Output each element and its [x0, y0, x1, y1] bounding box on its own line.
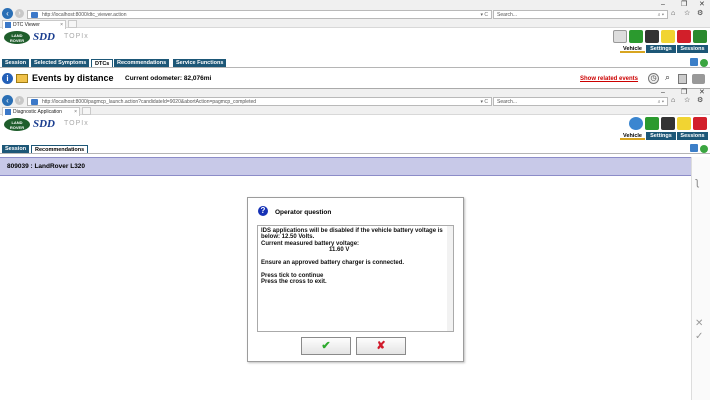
minimize-button-2[interactable]: – [661, 89, 665, 97]
search-box-2[interactable]: Search... ⌕ ▾ [493, 97, 668, 106]
calculator-icon[interactable] [645, 30, 659, 43]
question-icon: ? [258, 206, 268, 216]
page-icon [31, 12, 38, 18]
clock-icon[interactable]: ◷ [648, 73, 659, 84]
address-text-2: http://localhost:8000/pagmcp_launch.acti… [42, 99, 257, 105]
cancel-cross-button[interactable]: ✘ [356, 337, 406, 355]
feed-icon[interactable] [677, 30, 691, 43]
tab-page-icon [5, 22, 11, 28]
address-controls[interactable]: ▾ C [480, 11, 488, 18]
forward-button[interactable]: › [15, 9, 24, 18]
vehicle-bar: 809039 : LandRover L320 [0, 157, 691, 176]
feed-icon-2[interactable] [693, 117, 707, 130]
toolbox-icon[interactable] [613, 30, 627, 43]
topix-label: TOPIx [64, 33, 89, 40]
browser-tab-dtc-viewer[interactable]: DTC Viewer × [2, 20, 66, 29]
home-icon[interactable]: ⌂ [671, 10, 675, 18]
calculator-icon-2[interactable] [661, 117, 675, 130]
menu-dtcs[interactable]: DTCs [91, 59, 114, 67]
tab-close[interactable]: × [60, 21, 63, 29]
side-tick-icon[interactable]: ✓ [695, 331, 703, 342]
operator-question-dialog: ? Operator question IDS applications wil… [247, 197, 464, 362]
list-icon[interactable] [678, 74, 687, 84]
vehicle-config-icon[interactable] [629, 117, 643, 130]
status-icon [700, 59, 708, 67]
tab-sessions[interactable]: Sessions [677, 45, 708, 53]
car-icon[interactable] [692, 74, 705, 84]
new-tab-button[interactable] [68, 20, 77, 28]
new-tab-button-2[interactable] [82, 107, 91, 115]
search-icon[interactable]: ⌕ [662, 73, 673, 84]
status-icon-2 [700, 145, 708, 153]
favorites-icon-2[interactable]: ☆ [684, 97, 690, 105]
dialog-title: Operator question [275, 209, 332, 216]
help-hook-icon[interactable]: ʅ [696, 176, 698, 188]
tab-vehicle[interactable]: Vehicle [620, 45, 645, 53]
address-bar[interactable]: http://localhost:8000/dtc_viewer.action … [27, 10, 492, 19]
search-placeholder-2: Search... [497, 99, 518, 105]
menu-recommendations[interactable]: Recommendations [114, 59, 170, 67]
close-button-2[interactable]: ✕ [699, 89, 705, 97]
vehicle-connect-icon[interactable] [629, 30, 643, 43]
back-button[interactable]: ‹ [2, 8, 13, 19]
menu-session[interactable]: Session [2, 59, 30, 67]
search-controls-2[interactable]: ⌕ ▾ [658, 98, 664, 106]
monitor-icon-2[interactable] [690, 144, 698, 152]
settings-green-icon[interactable] [693, 30, 707, 43]
land-rover-logo-2: LAND ROVER [4, 118, 30, 131]
address-text: http://localhost:8000/dtc_viewer.action [42, 12, 127, 18]
sdd-brand: SDD [33, 31, 56, 43]
forward-button-2[interactable]: › [15, 96, 24, 105]
browser-tab-diagnostic-application[interactable]: Diagnostic Application × [2, 107, 80, 116]
gear-icon-2[interactable]: ⚙ [697, 97, 703, 105]
search-controls[interactable]: ⌕ ▾ [658, 11, 664, 19]
tab-vehicle-2[interactable]: Vehicle [620, 132, 645, 140]
tab-title: DTC Viewer [13, 22, 40, 28]
ok-tick-button[interactable]: ✔ [301, 337, 351, 355]
menu-session-2[interactable]: Session [2, 145, 30, 153]
search-placeholder: Search... [497, 12, 518, 18]
restore-button-2[interactable]: ❐ [681, 89, 687, 97]
message-box: IDS applications will be disabled if the… [257, 225, 454, 332]
back-button-2[interactable]: ‹ [2, 95, 13, 106]
close-button[interactable]: ✕ [699, 1, 705, 9]
message-line: Press the cross to exit. [261, 279, 327, 286]
notes-icon[interactable] [661, 30, 675, 43]
tab-page-icon-2 [5, 109, 11, 115]
monitor-icon[interactable] [690, 58, 698, 66]
events-title: Events by distance [32, 73, 114, 83]
notes-icon-2[interactable] [677, 117, 691, 130]
page-icon-2 [31, 99, 38, 105]
message-scrollbar[interactable] [447, 226, 453, 331]
minimize-button[interactable]: – [661, 1, 665, 9]
search-box[interactable]: Search... ⌕ ▾ [493, 10, 668, 19]
tab-title-2: Diagnostic Application [13, 109, 62, 115]
menu-recommendations-2[interactable]: Recommendations [31, 145, 89, 153]
topix-label-2: TOPIx [64, 120, 89, 127]
address-bar-2[interactable]: http://localhost:8000/pagmcp_launch.acti… [27, 97, 492, 106]
main-menu-bar-2 [0, 144, 710, 154]
odometer-text: Current odometer: [125, 75, 183, 82]
tab-sessions-2[interactable]: Sessions [677, 132, 708, 140]
restore-button[interactable]: ❐ [681, 1, 687, 9]
odometer-value: 82,076mi [183, 75, 212, 82]
right-panel [691, 157, 710, 400]
tab-settings[interactable]: Settings [646, 45, 676, 53]
tab-settings-2[interactable]: Settings [646, 132, 676, 140]
menu-selected-symptoms[interactable]: Selected Symptoms [31, 59, 90, 67]
land-rover-logo: LAND ROVER [4, 31, 30, 44]
address-controls-2[interactable]: ▾ C [480, 98, 488, 105]
favorites-icon[interactable]: ☆ [684, 10, 690, 18]
home-icon-2[interactable]: ⌂ [671, 97, 675, 105]
tab-close-2[interactable]: × [74, 108, 77, 116]
show-related-events-link[interactable]: Show related events [580, 76, 638, 82]
sdd-brand-2: SDD [33, 118, 56, 130]
side-cross-icon[interactable]: ✕ [695, 318, 703, 329]
odometer-label: Current odometer: 82,076mi [125, 75, 211, 82]
gear-icon[interactable]: ⚙ [697, 10, 703, 18]
info-icon[interactable]: i [2, 73, 13, 84]
menu-service-functions[interactable]: Service Functions [173, 59, 227, 67]
folder-icon [16, 74, 28, 83]
vehicle-connect-icon-2[interactable] [645, 117, 659, 130]
